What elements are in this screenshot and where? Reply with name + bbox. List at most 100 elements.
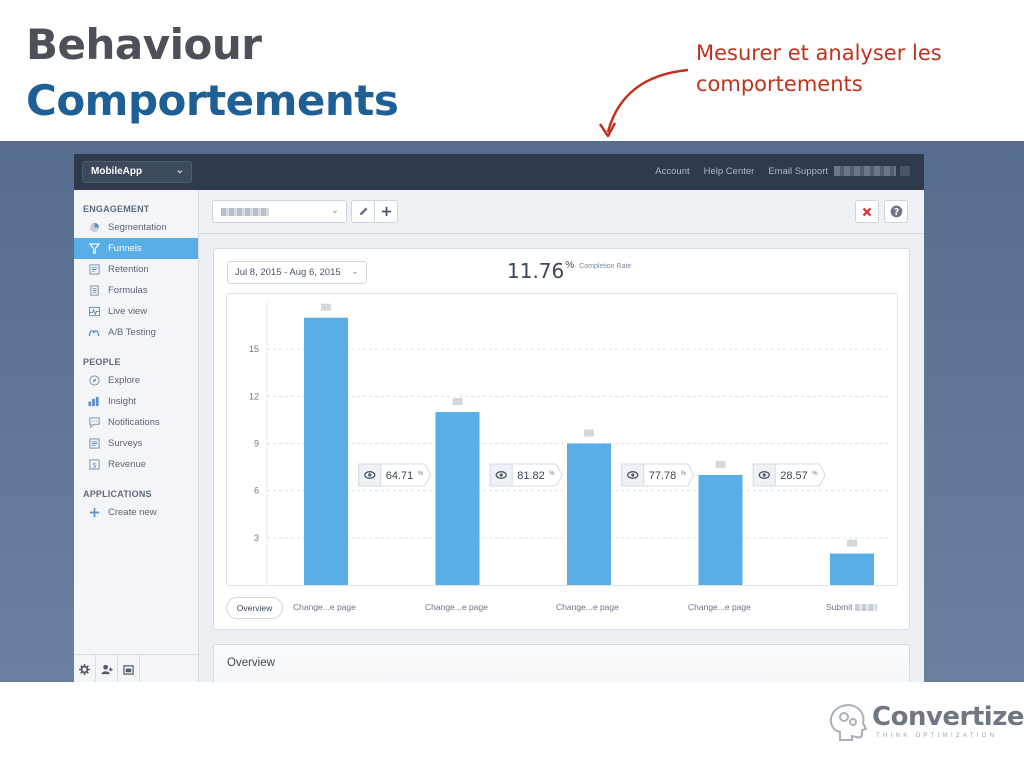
project-selector-label: MobileApp [91, 166, 143, 177]
y-tick-label: 15 [249, 344, 259, 354]
analytics-app-window: MobileApp ⌄ Account Help Center Email Su… [74, 154, 924, 682]
conversion-rate-unit: % [812, 471, 818, 477]
funnel-bar [830, 553, 874, 585]
completion-rate-unit: % [565, 260, 575, 271]
plus-icon [88, 507, 100, 519]
sidebar-item-funnels[interactable]: Funnels [74, 238, 198, 259]
eye-icon-pupil [631, 473, 635, 477]
sidebar-item-live-view[interactable]: Live view [74, 301, 198, 322]
email-support-link[interactable]: Email Support [768, 166, 828, 177]
bar-count-redacted [584, 429, 594, 437]
step-label[interactable]: Submit [826, 602, 878, 612]
sidebar-item-explore[interactable]: Explore [74, 370, 198, 391]
brand-name: Convertize [872, 702, 1024, 732]
date-range-label: Jul 8, 2015 - Aug 6, 2015 [235, 267, 341, 278]
slide-title-behaviour: Behaviour [26, 20, 262, 69]
step-label[interactable]: Change...e page [425, 602, 488, 612]
project-selector[interactable]: MobileApp ⌄ [82, 161, 192, 183]
survey-icon [88, 438, 100, 450]
sidebar-item-label: Funnels [108, 243, 142, 254]
completion-rate-label: Completion Rate [579, 263, 632, 270]
completion-rate: 11.76 % Completion Rate [507, 259, 639, 283]
store-icon[interactable] [118, 655, 140, 682]
conversion-rate-value: 28.57 [780, 470, 808, 482]
conversion-rate-value: 64.71 [386, 470, 414, 482]
funnel-name-redacted [221, 208, 269, 216]
eye-icon-pupil [762, 473, 766, 477]
sidebar-item-create-new[interactable]: Create new [74, 502, 198, 523]
live-pulse-icon [88, 306, 100, 318]
edit-funnel-button[interactable] [351, 200, 375, 223]
step-label-redacted [855, 604, 878, 612]
sidebar-item-formulas[interactable]: Formulas [74, 280, 198, 301]
step-label-text: Submit [826, 602, 853, 612]
sidebar-item-label: Insight [108, 396, 136, 407]
conversion-rate-unit: % [681, 471, 687, 477]
step-label[interactable]: Change...e page [293, 602, 356, 612]
ab-test-icon [88, 327, 100, 339]
chevron-down-icon: ⌄ [351, 266, 359, 277]
sidebar-item-label: Notifications [108, 417, 160, 428]
conversion-rate-badge[interactable]: 81.82% [489, 463, 563, 487]
add-user-icon[interactable] [96, 655, 118, 682]
pie-chart-icon [88, 222, 100, 234]
sidebar-item-surveys[interactable]: Surveys [74, 433, 198, 454]
completion-rate-value: 11.76 [507, 259, 565, 283]
sidebar-item-revenue[interactable]: $ Revenue [74, 454, 198, 475]
pencil-icon [359, 207, 368, 216]
funnel-bar [435, 412, 480, 585]
sidebar-item-label: Create new [108, 507, 157, 518]
sidebar-heading-engagement: ENGAGEMENT [83, 204, 150, 214]
user-avatar[interactable] [900, 166, 910, 176]
add-funnel-button[interactable] [374, 200, 398, 223]
date-range-picker[interactable]: Jul 8, 2015 - Aug 6, 2015 ⌄ [227, 261, 367, 284]
delete-funnel-button[interactable] [855, 200, 879, 223]
slide-title-comportements: Comportements [26, 76, 399, 125]
sidebar-item-label: Revenue [108, 459, 147, 470]
conversion-rate-unit: % [418, 471, 424, 477]
account-link[interactable]: Account [655, 166, 689, 177]
y-tick-label: 9 [254, 439, 259, 449]
chevron-down-icon: ⌄ [175, 165, 184, 176]
svg-text:$: $ [92, 461, 97, 470]
settings-gear-icon[interactable] [74, 655, 96, 682]
tab-overview[interactable]: Overview [226, 597, 283, 619]
sidebar-item-insight[interactable]: Insight [74, 391, 198, 412]
retention-grid-icon [88, 264, 100, 276]
funnel-selector[interactable]: ⌄ [212, 200, 347, 223]
conversion-rate-badge[interactable]: 64.71% [358, 463, 432, 487]
sidebar-item-label: Formulas [108, 285, 148, 296]
funnel-bar-chart: 369121564.71% 81.82% 77.78% 28.57% [249, 302, 889, 585]
convertize-logo-icon [829, 704, 868, 741]
eye-icon-pupil [499, 473, 503, 477]
bar-count-redacted [847, 539, 857, 547]
sidebar-item-notifications[interactable]: Notifications [74, 412, 198, 433]
sidebar-item-ab-testing[interactable]: A/B Testing [74, 322, 198, 343]
sidebar-item-segmentation[interactable]: Segmentation [74, 217, 198, 238]
sidebar-item-retention[interactable]: Retention [74, 259, 198, 280]
y-tick-label: 3 [254, 533, 259, 543]
question-mark-icon: ? [890, 205, 902, 218]
funnel-bar [567, 443, 611, 585]
help-center-link[interactable]: Help Center [704, 166, 755, 177]
conversion-rate-unit: % [549, 471, 555, 477]
bar-count-redacted [715, 460, 726, 468]
user-name-redacted[interactable] [834, 166, 896, 176]
overview-section: Overview [213, 644, 910, 682]
svg-text:?: ? [893, 207, 898, 218]
main-content: ⌄ ? Jul 8, 2015 - Aug 6, 2015 ⌄ 11.76 % … [199, 190, 924, 682]
plus-icon [381, 206, 391, 217]
sidebar-heading-people: PEOPLE [83, 357, 121, 367]
conversion-rate-badge[interactable]: 77.78% [621, 463, 695, 487]
sidebar: ENGAGEMENT Segmentation Funnels Retentio… [74, 190, 199, 682]
step-label[interactable]: Change...e page [688, 602, 751, 612]
funnel-icon [88, 243, 100, 255]
conversion-rate-badge[interactable]: 28.57% [752, 463, 826, 487]
funnel-report-card: Jul 8, 2015 - Aug 6, 2015 ⌄ 11.76 % Comp… [213, 248, 910, 630]
slide: Behaviour Comportements Mesurer et analy… [0, 0, 1024, 768]
step-label[interactable]: Change...e page [556, 602, 619, 612]
close-icon [862, 207, 872, 216]
sidebar-item-label: Live view [108, 306, 148, 317]
help-button[interactable]: ? [884, 200, 908, 223]
funnel-bar [304, 317, 348, 585]
